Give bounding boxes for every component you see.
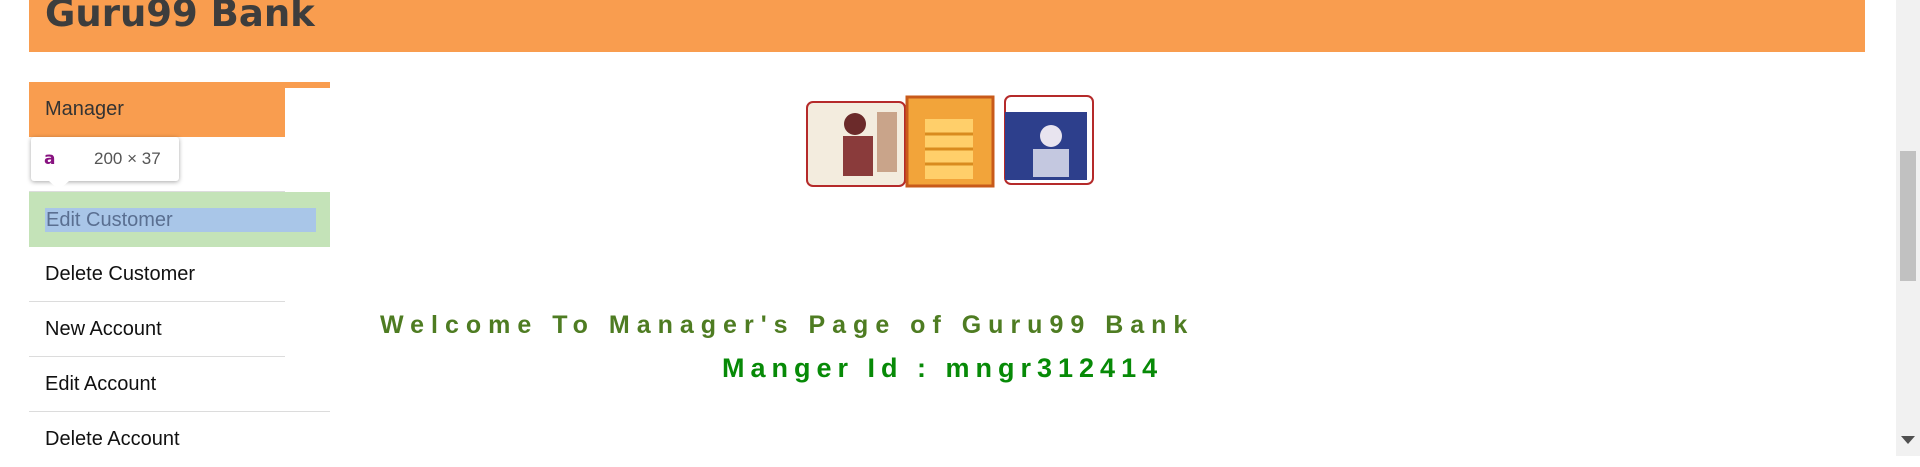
site-title: Guru99 Bank <box>45 0 315 35</box>
sidebar-item-edit-account[interactable]: Edit Account <box>29 357 330 412</box>
tooltip-dimensions: 200 × 37 <box>94 149 161 168</box>
scroll-down-arrow-icon[interactable] <box>1901 436 1915 444</box>
devtools-inspect-tooltip: a 200 × 37 <box>31 137 179 190</box>
sidebar-item-delete-account[interactable]: Delete Account <box>29 412 285 467</box>
sidebar-accent-strip <box>285 82 330 88</box>
tooltip-arrow <box>49 181 69 190</box>
sidebar-item-label: Edit Customer <box>45 207 316 232</box>
sidebar-item-delete-customer[interactable]: Delete Customer <box>29 247 285 302</box>
coins-photo <box>905 95 995 188</box>
tooltip-tag: a <box>44 149 56 169</box>
phone-man-photo <box>806 101 906 187</box>
sidebar-item-new-account[interactable]: New Account <box>29 302 285 357</box>
welcome-message: Welcome To Manager's Page of Guru99 Bank <box>380 311 1195 339</box>
site-header: Guru99 Bank <box>29 0 1865 52</box>
woman-photo <box>1004 95 1094 185</box>
sidebar-item-manager[interactable]: Manager <box>29 82 285 137</box>
scrollbar-thumb[interactable] <box>1900 151 1916 281</box>
sidebar-item-edit-customer[interactable]: Edit Customer <box>29 192 330 247</box>
manager-id-text: Manger Id : mngr312414 <box>722 353 1164 383</box>
bank-banner-image <box>806 95 1094 188</box>
